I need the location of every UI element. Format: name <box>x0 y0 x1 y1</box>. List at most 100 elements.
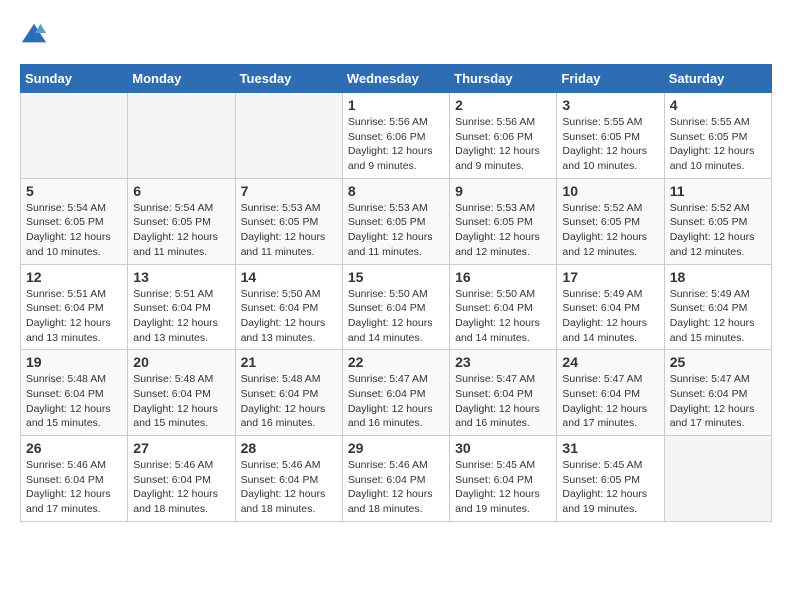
day-info: Sunrise: 5:49 AM Sunset: 6:04 PM Dayligh… <box>670 287 766 346</box>
calendar-cell: 8Sunrise: 5:53 AM Sunset: 6:05 PM Daylig… <box>342 178 449 264</box>
day-info: Sunrise: 5:46 AM Sunset: 6:04 PM Dayligh… <box>241 458 337 517</box>
day-info: Sunrise: 5:50 AM Sunset: 6:04 PM Dayligh… <box>455 287 551 346</box>
day-info: Sunrise: 5:52 AM Sunset: 6:05 PM Dayligh… <box>670 201 766 260</box>
calendar-cell: 2 Sunrise: 5:56 AM Sunset: 6:06 PM Daylig… <box>450 93 557 179</box>
calendar-cell: 14 Sunrise: 5:50 AM Sunset: 6:04 PM Dayli… <box>235 264 342 350</box>
weekday-header-friday: Friday <box>557 65 664 93</box>
calendar-cell: 25 Sunrise: 5:47 AM Sunset: 6:04 PM Dayli… <box>664 350 771 436</box>
logo-icon <box>20 20 48 48</box>
week-row-3: 12 Sunrise: 5:51 AM Sunset: 6:04 PM Dayli… <box>21 264 772 350</box>
calendar-cell <box>21 93 128 179</box>
day-number: 3 <box>562 97 658 113</box>
day-number: 1 <box>348 97 444 113</box>
page-header <box>20 20 772 48</box>
day-number: 20 <box>133 354 229 370</box>
day-number: 17 <box>562 269 658 285</box>
calendar-cell: 7 Sunrise: 5:53 AM Sunset: 6:05 PM Daylig… <box>235 178 342 264</box>
day-info: Sunrise: 5:56 AM Sunset: 6:06 PM Dayligh… <box>455 115 551 174</box>
day-info: Sunrise: 5:51 AM Sunset: 6:04 PM Dayligh… <box>26 287 122 346</box>
weekday-header-wednesday: Wednesday <box>342 65 449 93</box>
calendar-cell: 3 Sunrise: 5:55 AM Sunset: 6:05 PM Daylig… <box>557 93 664 179</box>
calendar-table: SundayMondayTuesdayWednesdayThursdayFrid… <box>20 64 772 522</box>
day-info: Sunrise: 5:56 AM Sunset: 6:06 PM Dayligh… <box>348 115 444 174</box>
calendar-cell: 4 Sunrise: 5:55 AM Sunset: 6:05 PM Daylig… <box>664 93 771 179</box>
weekday-header-tuesday: Tuesday <box>235 65 342 93</box>
calendar-cell: 24Sunrise: 5:47 AM Sunset: 6:04 PM Dayli… <box>557 350 664 436</box>
day-number: 2 <box>455 97 551 113</box>
day-number: 22 <box>348 354 444 370</box>
day-number: 28 <box>241 440 337 456</box>
calendar-cell: 30Sunrise: 5:45 AM Sunset: 6:04 PM Dayli… <box>450 436 557 522</box>
calendar-cell: 20Sunrise: 5:48 AM Sunset: 6:04 PM Dayli… <box>128 350 235 436</box>
calendar-cell: 13 Sunrise: 5:51 AM Sunset: 6:04 PM Dayli… <box>128 264 235 350</box>
day-info: Sunrise: 5:49 AM Sunset: 6:04 PM Dayligh… <box>562 287 658 346</box>
day-number: 27 <box>133 440 229 456</box>
day-number: 16 <box>455 269 551 285</box>
day-info: Sunrise: 5:55 AM Sunset: 6:05 PM Dayligh… <box>670 115 766 174</box>
day-number: 14 <box>241 269 337 285</box>
calendar-cell: 19 Sunrise: 5:48 AM Sunset: 6:04 PM Dayli… <box>21 350 128 436</box>
day-info: Sunrise: 5:48 AM Sunset: 6:04 PM Dayligh… <box>241 372 337 431</box>
day-number: 5 <box>26 183 122 199</box>
calendar-cell: 31 Sunrise: 5:45 AM Sunset: 6:05 PM Dayli… <box>557 436 664 522</box>
calendar-cell: 5 Sunrise: 5:54 AM Sunset: 6:05 PM Daylig… <box>21 178 128 264</box>
calendar-cell: 12 Sunrise: 5:51 AM Sunset: 6:04 PM Dayli… <box>21 264 128 350</box>
calendar-cell: 23Sunrise: 5:47 AM Sunset: 6:04 PM Dayli… <box>450 350 557 436</box>
weekday-header-saturday: Saturday <box>664 65 771 93</box>
calendar-cell: 26 Sunrise: 5:46 AM Sunset: 6:04 PM Dayli… <box>21 436 128 522</box>
calendar-cell: 16 Sunrise: 5:50 AM Sunset: 6:04 PM Dayli… <box>450 264 557 350</box>
week-row-5: 26 Sunrise: 5:46 AM Sunset: 6:04 PM Dayli… <box>21 436 772 522</box>
day-info: Sunrise: 5:48 AM Sunset: 6:04 PM Dayligh… <box>26 372 122 431</box>
day-info: Sunrise: 5:51 AM Sunset: 6:04 PM Dayligh… <box>133 287 229 346</box>
day-info: Sunrise: 5:55 AM Sunset: 6:05 PM Dayligh… <box>562 115 658 174</box>
weekday-header-row: SundayMondayTuesdayWednesdayThursdayFrid… <box>21 65 772 93</box>
weekday-header-sunday: Sunday <box>21 65 128 93</box>
calendar-cell: 28 Sunrise: 5:46 AM Sunset: 6:04 PM Dayli… <box>235 436 342 522</box>
calendar-cell <box>664 436 771 522</box>
calendar-cell <box>235 93 342 179</box>
day-info: Sunrise: 5:53 AM Sunset: 6:05 PM Dayligh… <box>241 201 337 260</box>
day-number: 12 <box>26 269 122 285</box>
calendar-cell: 21 Sunrise: 5:48 AM Sunset: 6:04 PM Dayli… <box>235 350 342 436</box>
day-number: 31 <box>562 440 658 456</box>
calendar-cell: 18 Sunrise: 5:49 AM Sunset: 6:04 PM Dayli… <box>664 264 771 350</box>
logo <box>20 20 52 48</box>
calendar-cell: 27 Sunrise: 5:46 AM Sunset: 6:04 PM Dayli… <box>128 436 235 522</box>
day-number: 13 <box>133 269 229 285</box>
day-number: 15 <box>348 269 444 285</box>
calendar-cell: 11Sunrise: 5:52 AM Sunset: 6:05 PM Dayli… <box>664 178 771 264</box>
calendar-cell: 6Sunrise: 5:54 AM Sunset: 6:05 PM Daylig… <box>128 178 235 264</box>
day-info: Sunrise: 5:46 AM Sunset: 6:04 PM Dayligh… <box>348 458 444 517</box>
day-number: 18 <box>670 269 766 285</box>
calendar-cell: 10Sunrise: 5:52 AM Sunset: 6:05 PM Dayli… <box>557 178 664 264</box>
day-info: Sunrise: 5:47 AM Sunset: 6:04 PM Dayligh… <box>348 372 444 431</box>
day-number: 29 <box>348 440 444 456</box>
day-info: Sunrise: 5:46 AM Sunset: 6:04 PM Dayligh… <box>26 458 122 517</box>
day-number: 21 <box>241 354 337 370</box>
weekday-header-monday: Monday <box>128 65 235 93</box>
calendar-cell: 22 Sunrise: 5:47 AM Sunset: 6:04 PM Dayli… <box>342 350 449 436</box>
day-info: Sunrise: 5:52 AM Sunset: 6:05 PM Dayligh… <box>562 201 658 260</box>
calendar-cell: 15 Sunrise: 5:50 AM Sunset: 6:04 PM Dayli… <box>342 264 449 350</box>
calendar-cell: 9Sunrise: 5:53 AM Sunset: 6:05 PM Daylig… <box>450 178 557 264</box>
day-number: 4 <box>670 97 766 113</box>
day-info: Sunrise: 5:50 AM Sunset: 6:04 PM Dayligh… <box>241 287 337 346</box>
day-info: Sunrise: 5:45 AM Sunset: 6:05 PM Dayligh… <box>562 458 658 517</box>
day-info: Sunrise: 5:46 AM Sunset: 6:04 PM Dayligh… <box>133 458 229 517</box>
weekday-header-thursday: Thursday <box>450 65 557 93</box>
day-info: Sunrise: 5:54 AM Sunset: 6:05 PM Dayligh… <box>26 201 122 260</box>
day-number: 8 <box>348 183 444 199</box>
calendar-cell: 17 Sunrise: 5:49 AM Sunset: 6:04 PM Dayli… <box>557 264 664 350</box>
calendar-cell: 1 Sunrise: 5:56 AM Sunset: 6:06 PM Daylig… <box>342 93 449 179</box>
day-number: 25 <box>670 354 766 370</box>
week-row-4: 19 Sunrise: 5:48 AM Sunset: 6:04 PM Dayli… <box>21 350 772 436</box>
day-info: Sunrise: 5:47 AM Sunset: 6:04 PM Dayligh… <box>670 372 766 431</box>
day-number: 6 <box>133 183 229 199</box>
day-number: 26 <box>26 440 122 456</box>
day-number: 23 <box>455 354 551 370</box>
day-info: Sunrise: 5:47 AM Sunset: 6:04 PM Dayligh… <box>562 372 658 431</box>
week-row-1: 1 Sunrise: 5:56 AM Sunset: 6:06 PM Daylig… <box>21 93 772 179</box>
day-number: 7 <box>241 183 337 199</box>
day-info: Sunrise: 5:50 AM Sunset: 6:04 PM Dayligh… <box>348 287 444 346</box>
day-number: 19 <box>26 354 122 370</box>
